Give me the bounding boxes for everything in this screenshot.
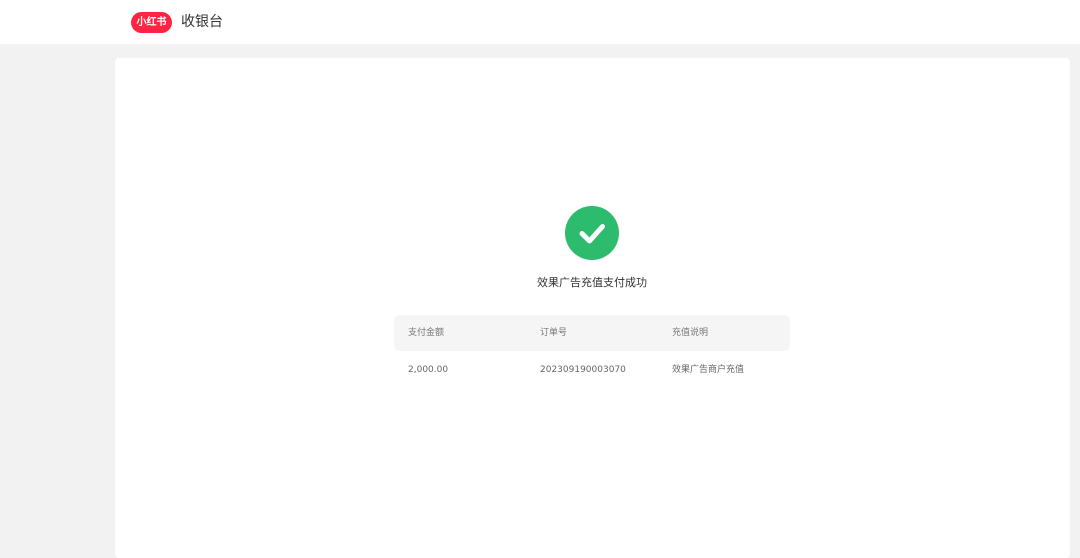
header-title: 收银台 xyxy=(181,14,223,30)
check-circle-icon xyxy=(565,206,619,260)
recharge-description-value: 效果广告商户充值 xyxy=(672,365,745,375)
payment-success-message: 效果广告充值支付成功 xyxy=(537,276,647,289)
column-header-description: 充值说明 xyxy=(672,328,709,338)
column-header-amount: 支付金额 xyxy=(408,328,445,338)
order-number-value: 202309190003070 xyxy=(540,365,626,375)
payment-amount-value: 2,000.00 xyxy=(408,365,449,375)
order-table-header xyxy=(394,315,790,351)
xiaohongshu-logo[interactable]: 小红书 xyxy=(131,12,172,33)
payment-result-card xyxy=(115,58,1070,558)
column-header-order-number: 订单号 xyxy=(540,328,568,338)
check-mark-icon xyxy=(579,224,605,244)
top-header: 小红书 收银台 xyxy=(0,0,1080,44)
